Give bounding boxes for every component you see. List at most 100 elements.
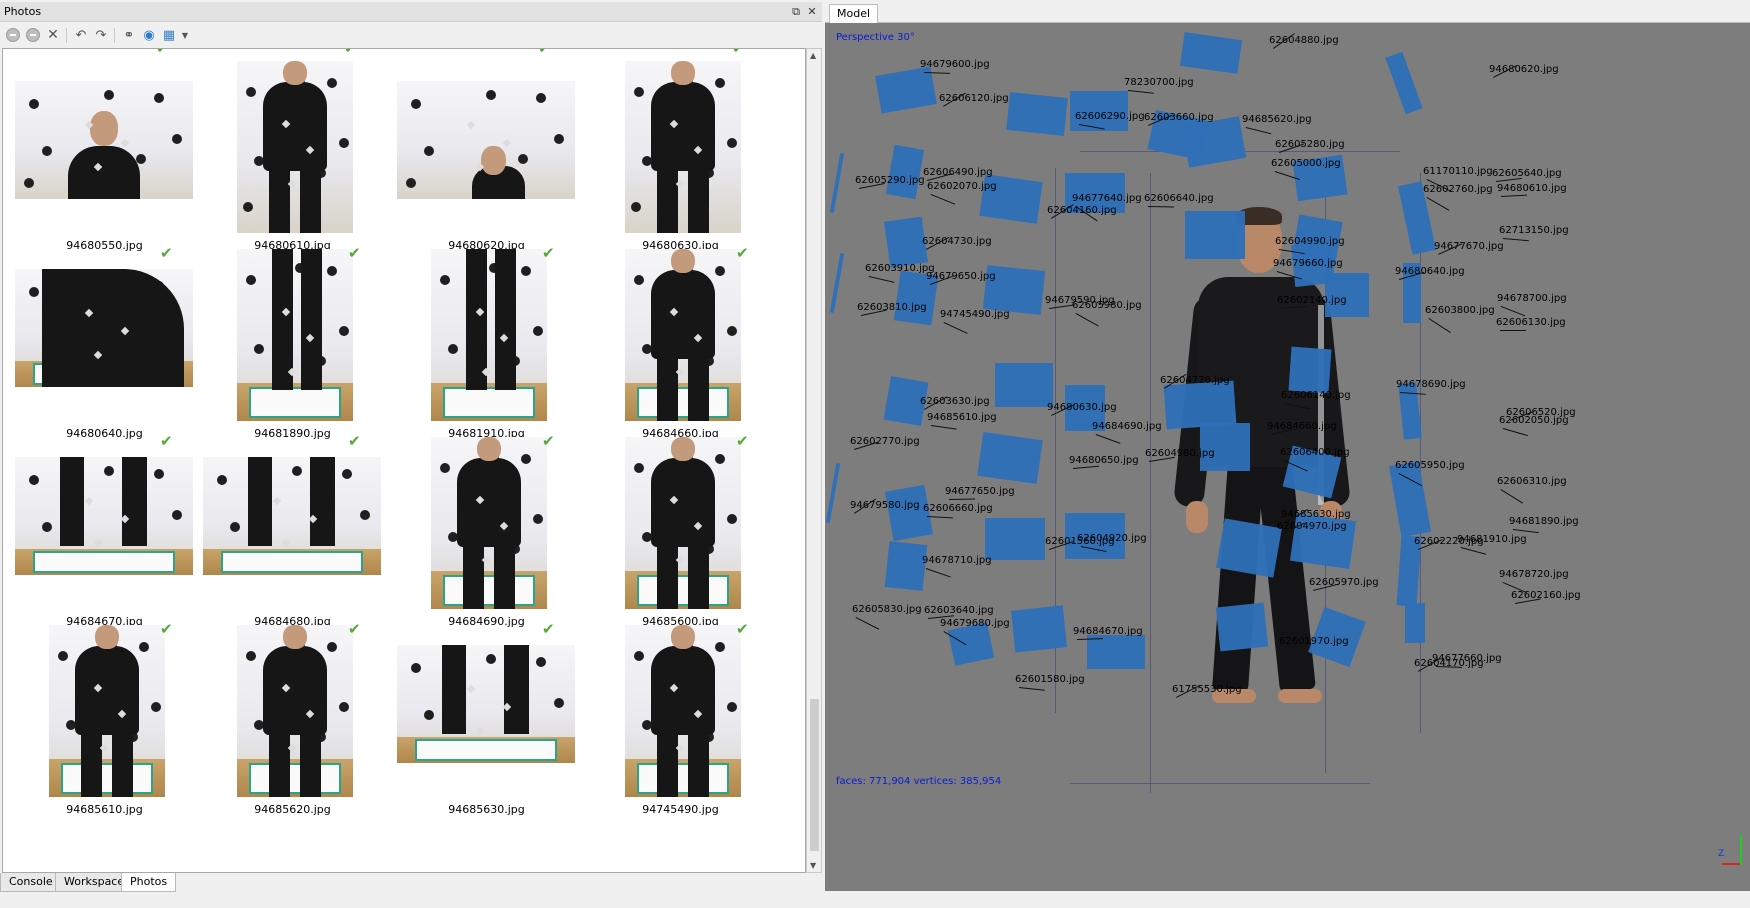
photo-thumbnail-image[interactable] — [15, 81, 193, 199]
camera-plane[interactable] — [995, 363, 1053, 407]
tab-model[interactable]: Model — [829, 4, 879, 23]
model-foot-right — [1278, 689, 1322, 703]
camera-plane[interactable] — [884, 541, 928, 591]
photo-thumbnail-cell[interactable]: 94680610.jpg — [195, 61, 390, 268]
aligned-check-icon: ✔ — [736, 244, 749, 262]
photos-scrollbar[interactable]: ▲ ▼ — [806, 48, 822, 873]
photo-thumbnail-cell[interactable]: 94680620.jpg — [389, 61, 584, 268]
enable-cameras-icon[interactable] — [4, 26, 22, 44]
photo-thumbnail-image[interactable] — [397, 81, 575, 199]
camera-plane[interactable] — [885, 144, 925, 200]
camera-plane[interactable] — [1216, 518, 1282, 578]
aligned-check-icon: ✔ — [160, 432, 173, 450]
camera-leader-line — [930, 425, 957, 430]
photo-thumbnail-image[interactable] — [625, 625, 741, 797]
camera-leader-line — [1500, 306, 1526, 317]
tab-photos[interactable]: Photos — [121, 873, 177, 892]
rotate-right-icon[interactable]: ↷ — [92, 26, 110, 44]
photo-thumbnail-image[interactable] — [237, 249, 353, 421]
photo-thumbnail-cell[interactable]: 94680630.jpg — [583, 61, 778, 268]
region-edge — [1420, 173, 1421, 733]
disable-cameras-icon[interactable] — [24, 26, 42, 44]
photo-thumbnail-cell[interactable]: 94684680.jpg ✔ — [195, 432, 390, 644]
tab-console[interactable]: Console — [0, 873, 62, 892]
camera-plane[interactable] — [825, 463, 841, 523]
remove-cameras-icon[interactable]: ✕ — [44, 26, 62, 44]
camera-leader-line — [1502, 428, 1528, 437]
camera-label: 94678700.jpg — [1497, 293, 1567, 304]
photo-thumbnail-cell[interactable]: 94684690.jpg ✔ — [389, 432, 584, 644]
photo-filename: 94685630.jpg — [448, 803, 525, 816]
scrollbar-thumb[interactable] — [810, 699, 819, 851]
photo-thumbnail-cell[interactable]: 94680550.jpg — [7, 61, 202, 268]
camera-leader-line — [930, 194, 956, 205]
photo-thumbnail-image[interactable] — [49, 625, 165, 797]
photo-thumbnail-image[interactable] — [625, 61, 741, 233]
photo-thumbnail-cell[interactable]: 94681910.jpg ✔ — [389, 244, 584, 456]
camera-plane[interactable] — [977, 432, 1043, 484]
photo-thumbnail-image[interactable] — [15, 269, 193, 387]
rotate-left-icon[interactable]: ↶ — [72, 26, 90, 44]
camera-plane[interactable] — [1185, 211, 1245, 259]
float-panel-icon[interactable]: ⧉ — [789, 5, 803, 19]
axis-z-label: Z — [1718, 849, 1725, 859]
scroll-down-icon[interactable]: ▼ — [810, 861, 816, 870]
photo-thumbnail-image[interactable] — [431, 437, 547, 609]
close-panel-icon[interactable]: ✕ — [805, 5, 819, 19]
camera-leader-line — [1512, 529, 1539, 534]
camera-plane[interactable] — [875, 66, 937, 114]
binoculars-icon[interactable]: ⚭ — [120, 26, 138, 44]
camera-plane[interactable] — [1385, 51, 1423, 115]
camera-plane[interactable] — [985, 518, 1045, 560]
camera-label: 94677640.jpg — [1072, 193, 1142, 204]
photo-thumbnail-cell[interactable]: 94685600.jpg ✔ — [583, 432, 778, 644]
aligned-check-icon: ✔ — [732, 48, 745, 57]
camera-plane[interactable] — [1388, 460, 1432, 538]
model-viewport[interactable]: Perspective 30° faces: 771,904 vertices:… — [825, 23, 1750, 891]
camera-label: 62606130.jpg — [1496, 317, 1566, 328]
camera-plane[interactable] — [1181, 116, 1247, 168]
camera-leader-line — [926, 516, 953, 519]
photo-thumbnail-image[interactable] — [625, 249, 741, 421]
photo-thumbnail-cell[interactable]: 94745490.jpg ✔ — [583, 620, 778, 832]
photo-thumbnail-cell[interactable]: 94681890.jpg ✔ — [195, 244, 390, 456]
photo-thumbnail-image[interactable] — [237, 61, 353, 233]
camera-leader-line — [855, 617, 880, 630]
camera-label: 94680650.jpg — [1069, 455, 1139, 466]
camera-plane[interactable] — [829, 153, 845, 213]
camera-plane[interactable] — [1405, 603, 1425, 643]
camera-leader-line — [1460, 547, 1487, 555]
photo-thumbnail-image[interactable] — [203, 457, 381, 575]
camera-plane[interactable] — [829, 253, 845, 313]
aligned-check-icon: ✔ — [348, 244, 361, 262]
aligned-check-icon: ✔ — [542, 432, 555, 450]
camera-plane[interactable] — [1398, 382, 1422, 440]
camera-plane[interactable] — [1006, 92, 1068, 136]
photo-thumbnail-cell[interactable]: 94684660.jpg ✔ — [583, 244, 778, 456]
camera-plane[interactable] — [1010, 605, 1068, 653]
camera-plane[interactable] — [1215, 602, 1269, 652]
camera-plane[interactable] — [1087, 635, 1145, 669]
camera-leader-line — [1127, 90, 1154, 94]
camera-plane[interactable] — [1200, 423, 1250, 471]
camera-plane[interactable] — [1179, 32, 1243, 74]
photo-thumbnail-image[interactable] — [397, 645, 575, 763]
photo-thumbnail-cell[interactable]: 94685610.jpg ✔ — [7, 620, 202, 832]
photo-thumbnail-cell[interactable]: 94685620.jpg ✔ — [195, 620, 390, 832]
scroll-up-icon[interactable]: ▲ — [810, 51, 816, 60]
photo-thumbnail-cell[interactable]: 94680640.jpg ✔ — [7, 244, 202, 456]
view-mode-dropdown-icon[interactable]: ▼ — [176, 26, 194, 44]
photo-thumbnail-cell[interactable]: 94685630.jpg ✔ — [389, 620, 584, 832]
photo-thumbnail-cell[interactable]: 94684670.jpg ✔ — [7, 432, 202, 644]
target-icon[interactable]: ◉ — [140, 26, 158, 44]
photo-thumbnail-image[interactable] — [625, 437, 741, 609]
camera-label: 62602050.jpg — [1499, 415, 1569, 426]
photo-thumbnail-image[interactable] — [237, 625, 353, 797]
photo-thumbnail-image[interactable] — [431, 249, 547, 421]
photo-thumbnail-image[interactable] — [15, 457, 193, 575]
aligned-check-icon: ✔ — [542, 620, 555, 638]
aligned-check-icon: ✔ — [156, 48, 169, 57]
camera-plane[interactable] — [1288, 346, 1332, 394]
camera-label: 62605640.jpg — [1492, 168, 1562, 179]
camera-leader-line — [1018, 687, 1045, 691]
